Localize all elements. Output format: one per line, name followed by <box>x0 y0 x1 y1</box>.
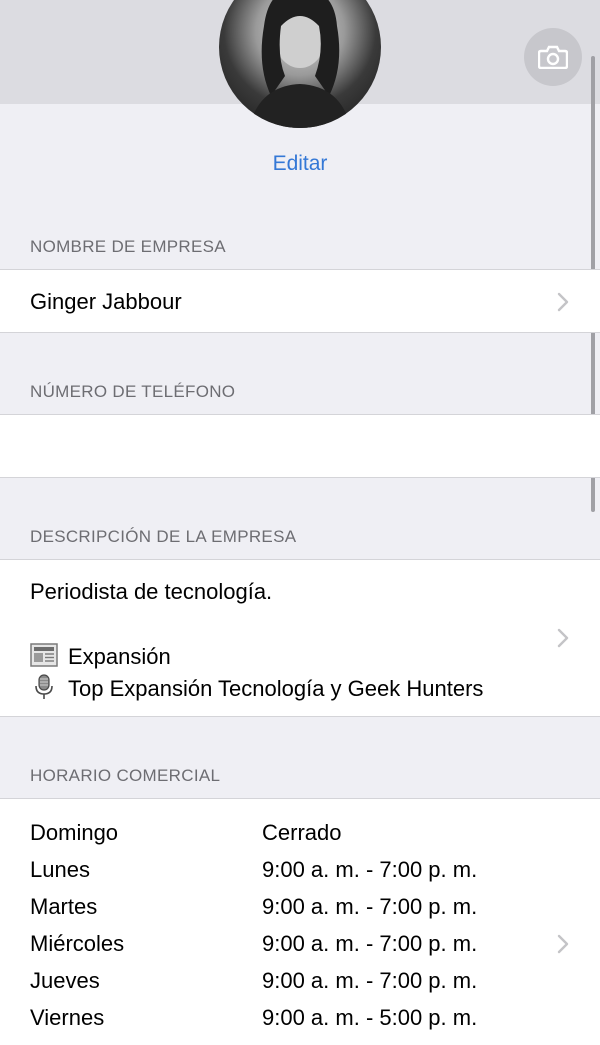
hours-day: Martes <box>30 894 98 919</box>
hours-time: 9:00 a. m. - 7:00 p. m. <box>262 857 478 882</box>
business-name-value: Ginger Jabbour <box>30 289 182 314</box>
hours-time: 9:00 a. m. - 7:00 p. m. <box>262 894 478 919</box>
hours-time: Cerrado <box>262 820 342 845</box>
hours-day: Miércoles <box>30 931 125 956</box>
description-line-3: Top Expansión Tecnología y Geek Hunters <box>30 674 483 702</box>
hours-time: 9:00 a. m. - 5:00 p. m. <box>262 1005 478 1030</box>
hours-header: HORARIO COMERCIAL <box>30 766 221 785</box>
change-photo-button[interactable] <box>524 28 582 86</box>
description-header: DESCRIPCIÓN DE LA EMPRESA <box>30 527 297 546</box>
business-profile-page: Editar NOMBRE DE EMPRESA Ginger Jabbour … <box>0 0 600 1045</box>
microphone-icon <box>35 674 53 699</box>
hours-day: Lunes <box>30 857 90 882</box>
chevron-right-icon <box>557 292 569 312</box>
edit-photo-link[interactable]: Editar <box>0 152 600 176</box>
hours-time: 9:00 a. m. - 7:00 p. m. <box>262 968 478 993</box>
description-line-1: Periodista de tecnología. <box>30 579 273 604</box>
description-line-2-text: Expansión <box>68 644 171 669</box>
newspaper-icon <box>30 643 58 667</box>
hours-day: Jueves <box>30 968 100 993</box>
phone-cell[interactable] <box>0 414 600 478</box>
hours-day: Viernes <box>30 1005 105 1030</box>
camera-icon <box>538 45 568 69</box>
profile-photo-icon <box>249 0 351 128</box>
hours-day: Domingo <box>30 820 119 845</box>
description-line-2: Expansión <box>30 642 171 670</box>
chevron-right-icon <box>557 934 569 954</box>
phone-header: NÚMERO DE TELÉFONO <box>30 382 236 401</box>
avatar[interactable] <box>219 0 381 128</box>
description-cell[interactable]: Periodista de tecnología. Expansión Top … <box>0 559 600 717</box>
hours-cell[interactable]: Domingo Cerrado Lunes 9:00 a. m. - 7:00 … <box>0 798 600 1045</box>
hours-time: 9:00 a. m. - 7:00 p. m. <box>262 931 478 956</box>
business-name-cell[interactable]: Ginger Jabbour <box>0 269 600 333</box>
business-name-header: NOMBRE DE EMPRESA <box>30 237 226 256</box>
chevron-right-icon <box>557 628 569 648</box>
description-line-3-text: Top Expansión Tecnología y Geek Hunters <box>68 676 484 701</box>
